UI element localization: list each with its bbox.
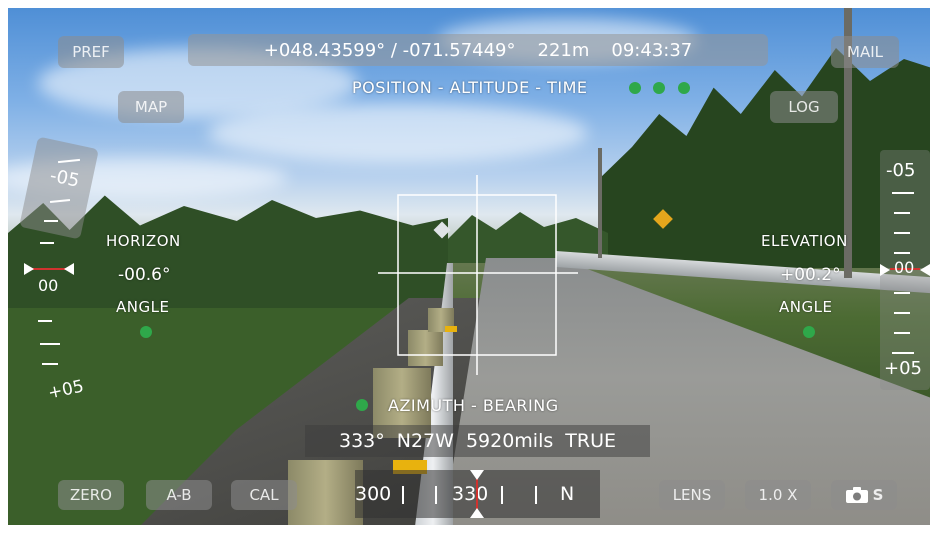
- zoom-button[interactable]: 1.0 X: [745, 480, 811, 510]
- camera-button[interactable]: S: [831, 480, 897, 510]
- azimuth-indicator-dot: [356, 399, 368, 411]
- scale-tick: [894, 232, 910, 234]
- scale-tick: [894, 212, 910, 214]
- elevation-label: ELEVATION: [761, 232, 848, 250]
- horizon-label: HORIZON: [106, 232, 181, 250]
- log-button[interactable]: LOG: [770, 91, 838, 123]
- scale-tick: [40, 242, 54, 244]
- position-readout: +048.43599° / -071.57449°: [263, 39, 516, 61]
- azimuth-direction: N27W: [396, 430, 454, 452]
- status-indicator-dot: [653, 82, 665, 94]
- pref-button[interactable]: PREF: [58, 36, 124, 68]
- status-indicator-dot: [678, 82, 690, 94]
- scale-tick: [42, 363, 58, 365]
- scale-tick: [38, 320, 52, 322]
- elevation-marker-right-icon: [920, 264, 930, 276]
- scale-tick: [894, 252, 910, 254]
- cal-button[interactable]: CAL: [231, 480, 297, 510]
- compass-tick: [501, 486, 503, 504]
- azimuth-caption: AZIMUTH - BEARING: [388, 396, 559, 415]
- status-indicator-dot: [629, 82, 641, 94]
- scale-tick: [44, 220, 58, 222]
- compass-tick: [402, 486, 404, 504]
- compass-tick: [535, 486, 537, 504]
- elevation-scale-mid: 00: [894, 258, 915, 277]
- elevation-level-dot: [803, 326, 815, 338]
- zero-button[interactable]: ZERO: [58, 480, 124, 510]
- scale-tick: [892, 192, 914, 194]
- status-bar: +048.43599° / -071.57449° 221m 09:43:37: [188, 34, 768, 66]
- compass-pointer-top-icon: [470, 470, 484, 480]
- altitude-readout: 221m: [537, 39, 590, 61]
- azimuth-reference: TRUE: [565, 430, 616, 452]
- compass-pointer-bottom-icon: [470, 508, 484, 518]
- compass-label-right: N: [560, 483, 575, 505]
- elevation-scale-bottom: +05: [884, 358, 922, 379]
- elevation-value: +00.2°: [780, 265, 841, 285]
- mail-button[interactable]: MAIL: [831, 36, 899, 68]
- lens-button[interactable]: LENS: [659, 480, 725, 510]
- horizon-marker-left-icon: [24, 263, 34, 275]
- scale-tick: [40, 343, 60, 345]
- elevation-marker-left-icon: [880, 264, 890, 276]
- horizon-scale-mid: 00: [38, 276, 59, 295]
- compass-label-center: 330: [452, 483, 489, 505]
- horizon-value: -00.6°: [118, 265, 171, 285]
- scale-tick: [894, 312, 910, 314]
- horizon-sub-label: ANGLE: [116, 298, 170, 316]
- elevation-sub-label: ANGLE: [779, 298, 833, 316]
- time-readout: 09:43:37: [611, 39, 693, 61]
- elevation-scale-top: -05: [886, 160, 916, 181]
- compass-tick: [435, 486, 437, 504]
- compass-label-left: 300: [355, 483, 392, 505]
- camera-icon: [845, 487, 868, 503]
- horizon-level-dot: [140, 326, 152, 338]
- ab-button[interactable]: A-B: [146, 480, 212, 510]
- scale-tick: [894, 332, 910, 334]
- azimuth-readout: 333° N27W 5920mils TRUE: [305, 425, 650, 457]
- scale-tick: [892, 352, 914, 354]
- map-button[interactable]: MAP: [118, 91, 184, 123]
- camera-button-label: S: [872, 486, 884, 504]
- horizon-marker-right-icon: [64, 263, 74, 275]
- azimuth-degrees: 333°: [338, 430, 385, 452]
- compass-strip[interactable]: 300 330 N: [355, 470, 600, 518]
- azimuth-mils: 5920mils: [465, 430, 554, 452]
- scale-tick: [894, 292, 910, 294]
- status-caption: POSITION - ALTITUDE - TIME: [352, 78, 588, 97]
